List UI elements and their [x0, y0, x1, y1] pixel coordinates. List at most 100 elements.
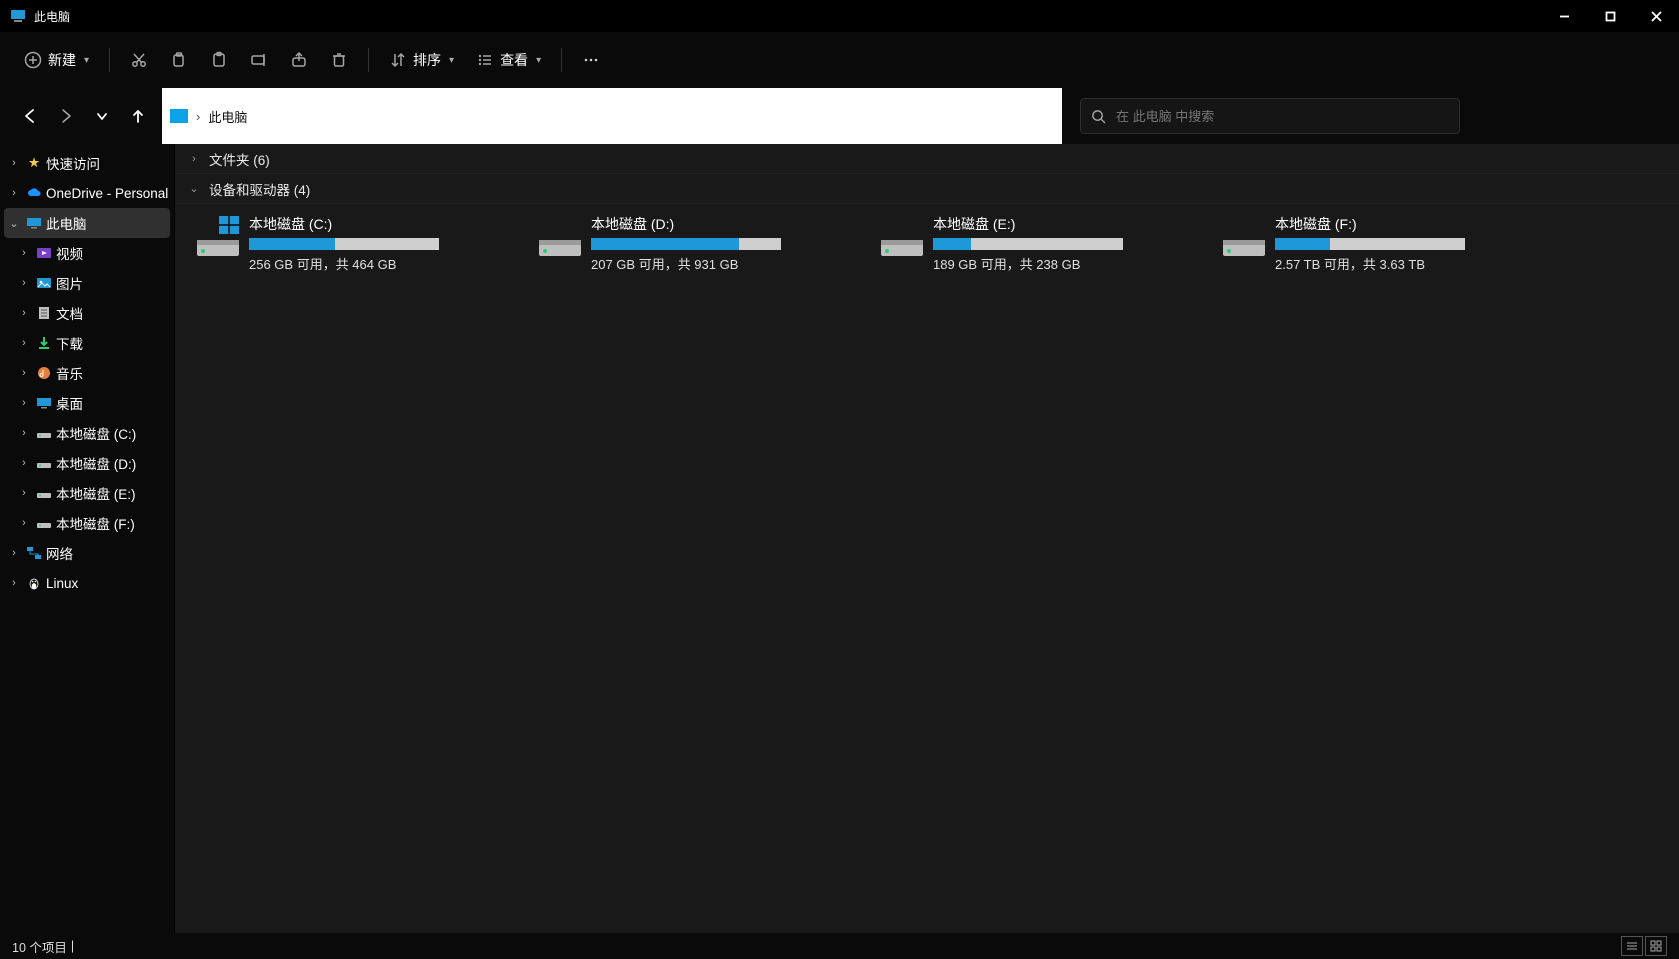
sidebar-item-label: 图片: [56, 273, 83, 293]
plus-circle-icon: [24, 51, 42, 69]
address-bar[interactable]: › 此电脑: [162, 88, 1062, 144]
sort-label: 排序: [413, 50, 441, 70]
drive-name: 本地磁盘 (C:): [249, 214, 515, 234]
chevron-right-icon: ›: [16, 335, 32, 351]
content-pane[interactable]: › 文件夹 (6) ⌄ 设备和驱动器 (4) 本地磁盘 (C:) 256 GB …: [174, 144, 1679, 933]
view-button[interactable]: 查看 ▾: [466, 42, 551, 78]
chevron-down-icon: ⌄: [187, 182, 201, 195]
sidebar-item[interactable]: › 文档: [0, 298, 174, 328]
sidebar-item[interactable]: › 下载: [0, 328, 174, 358]
drive-usage-bar: [1275, 238, 1465, 250]
sidebar-item[interactable]: › 音乐: [0, 358, 174, 388]
group-label: 文件夹 (6): [209, 149, 270, 169]
sidebar-item-label: 桌面: [56, 393, 83, 413]
item-icon: [36, 305, 52, 321]
sidebar-item-label: 本地磁盘 (C:): [56, 423, 136, 443]
sidebar-item[interactable]: › 本地磁盘 (C:): [0, 418, 174, 448]
sidebar-item-network[interactable]: › 网络: [0, 538, 174, 568]
drive-item[interactable]: 本地磁盘 (E:) 189 GB 可用，共 238 GB: [879, 214, 1199, 273]
drive-name: 本地磁盘 (E:): [933, 214, 1199, 234]
drive-item[interactable]: 本地磁盘 (D:) 207 GB 可用，共 931 GB: [537, 214, 857, 273]
up-button[interactable]: [122, 100, 154, 132]
sidebar-item[interactable]: › 视频: [0, 238, 174, 268]
new-label: 新建: [48, 50, 76, 70]
paste-button[interactable]: [200, 42, 238, 78]
tiles-view-button[interactable]: [1645, 936, 1667, 956]
sidebar-item-quick-access[interactable]: › ★ 快速访问: [0, 148, 174, 178]
recent-locations-button[interactable]: [86, 100, 118, 132]
new-button[interactable]: 新建 ▾: [14, 42, 99, 78]
drive-stats: 207 GB 可用，共 931 GB: [591, 254, 857, 273]
chevron-down-icon: ▾: [449, 55, 454, 66]
chevron-right-icon: ›: [187, 153, 201, 165]
drive-stats: 189 GB 可用，共 238 GB: [933, 254, 1199, 273]
sidebar-item-label: 快速访问: [46, 153, 100, 173]
network-icon: [26, 545, 42, 561]
sidebar-item[interactable]: › 本地磁盘 (E:): [0, 478, 174, 508]
navigation-pane[interactable]: › ★ 快速访问 › OneDrive - Personal ⌄ 此电脑 › 视…: [0, 144, 174, 933]
sidebar-item-label: 下载: [56, 333, 83, 353]
drive-item[interactable]: 本地磁盘 (C:) 256 GB 可用，共 464 GB: [195, 214, 515, 273]
sidebar-item[interactable]: › 图片: [0, 268, 174, 298]
item-icon: [36, 425, 52, 441]
close-button[interactable]: [1633, 0, 1679, 32]
sidebar-item-label: 本地磁盘 (D:): [56, 453, 136, 473]
sidebar-item[interactable]: › 本地磁盘 (F:): [0, 508, 174, 538]
item-icon: [36, 245, 52, 261]
chevron-right-icon: ›: [16, 395, 32, 411]
drive-name: 本地磁盘 (D:): [591, 214, 857, 234]
delete-button[interactable]: [320, 42, 358, 78]
chevron-right-icon: ›: [16, 485, 32, 501]
back-button[interactable]: [14, 100, 46, 132]
sidebar-item[interactable]: › 桌面: [0, 388, 174, 418]
group-header-folders[interactable]: › 文件夹 (6): [175, 144, 1679, 174]
view-label: 查看: [500, 50, 528, 70]
details-view-button[interactable]: [1621, 936, 1643, 956]
forward-button[interactable]: [50, 100, 82, 132]
title-bar: 此电脑: [0, 0, 1679, 32]
rename-button[interactable]: [240, 42, 278, 78]
chevron-right-icon: ›: [16, 425, 32, 441]
group-header-devices[interactable]: ⌄ 设备和驱动器 (4): [175, 174, 1679, 204]
drive-item[interactable]: 本地磁盘 (F:) 2.57 TB 可用，共 3.63 TB: [1221, 214, 1541, 273]
sidebar-item-label: 视频: [56, 243, 83, 263]
this-pc-icon: [26, 215, 42, 231]
chevron-down-icon: ▾: [84, 55, 89, 66]
sidebar-item-this-pc[interactable]: ⌄ 此电脑: [4, 208, 170, 238]
maximize-button[interactable]: [1587, 0, 1633, 32]
share-button[interactable]: [280, 42, 318, 78]
item-icon: [36, 275, 52, 291]
sidebar-item-label: 本地磁盘 (F:): [56, 513, 135, 533]
search-input[interactable]: [1116, 109, 1449, 124]
search-box[interactable]: [1080, 98, 1460, 134]
sidebar-item-label: 网络: [46, 543, 73, 563]
item-icon: [36, 455, 52, 471]
drive-name: 本地磁盘 (F:): [1275, 214, 1541, 234]
sidebar-item-label: OneDrive - Personal: [46, 186, 168, 201]
sidebar-item-linux[interactable]: › Linux: [0, 568, 174, 598]
search-icon: [1091, 109, 1106, 124]
drive-usage-bar: [591, 238, 781, 250]
view-icon: [476, 51, 494, 69]
rename-icon: [250, 51, 268, 69]
drive-icon: [195, 216, 241, 262]
copy-button[interactable]: [160, 42, 198, 78]
clipboard-icon: [210, 51, 228, 69]
minimize-button[interactable]: [1541, 0, 1587, 32]
chevron-right-icon: ›: [196, 109, 200, 124]
item-icon: [36, 335, 52, 351]
drive-usage-bar: [249, 238, 439, 250]
sidebar-item[interactable]: › 本地磁盘 (D:): [0, 448, 174, 478]
breadcrumb[interactable]: 此电脑: [208, 107, 247, 126]
cut-button[interactable]: [120, 42, 158, 78]
chevron-right-icon: ›: [6, 185, 22, 201]
scissors-icon: [130, 51, 148, 69]
sidebar-item-onedrive[interactable]: › OneDrive - Personal: [0, 178, 174, 208]
sidebar-item-label: Linux: [46, 576, 78, 591]
drive-stats: 256 GB 可用，共 464 GB: [249, 254, 515, 273]
item-icon: [36, 395, 52, 411]
sort-icon: [389, 51, 407, 69]
more-button[interactable]: [572, 42, 610, 78]
chevron-right-icon: ›: [16, 365, 32, 381]
sort-button[interactable]: 排序 ▾: [379, 42, 464, 78]
